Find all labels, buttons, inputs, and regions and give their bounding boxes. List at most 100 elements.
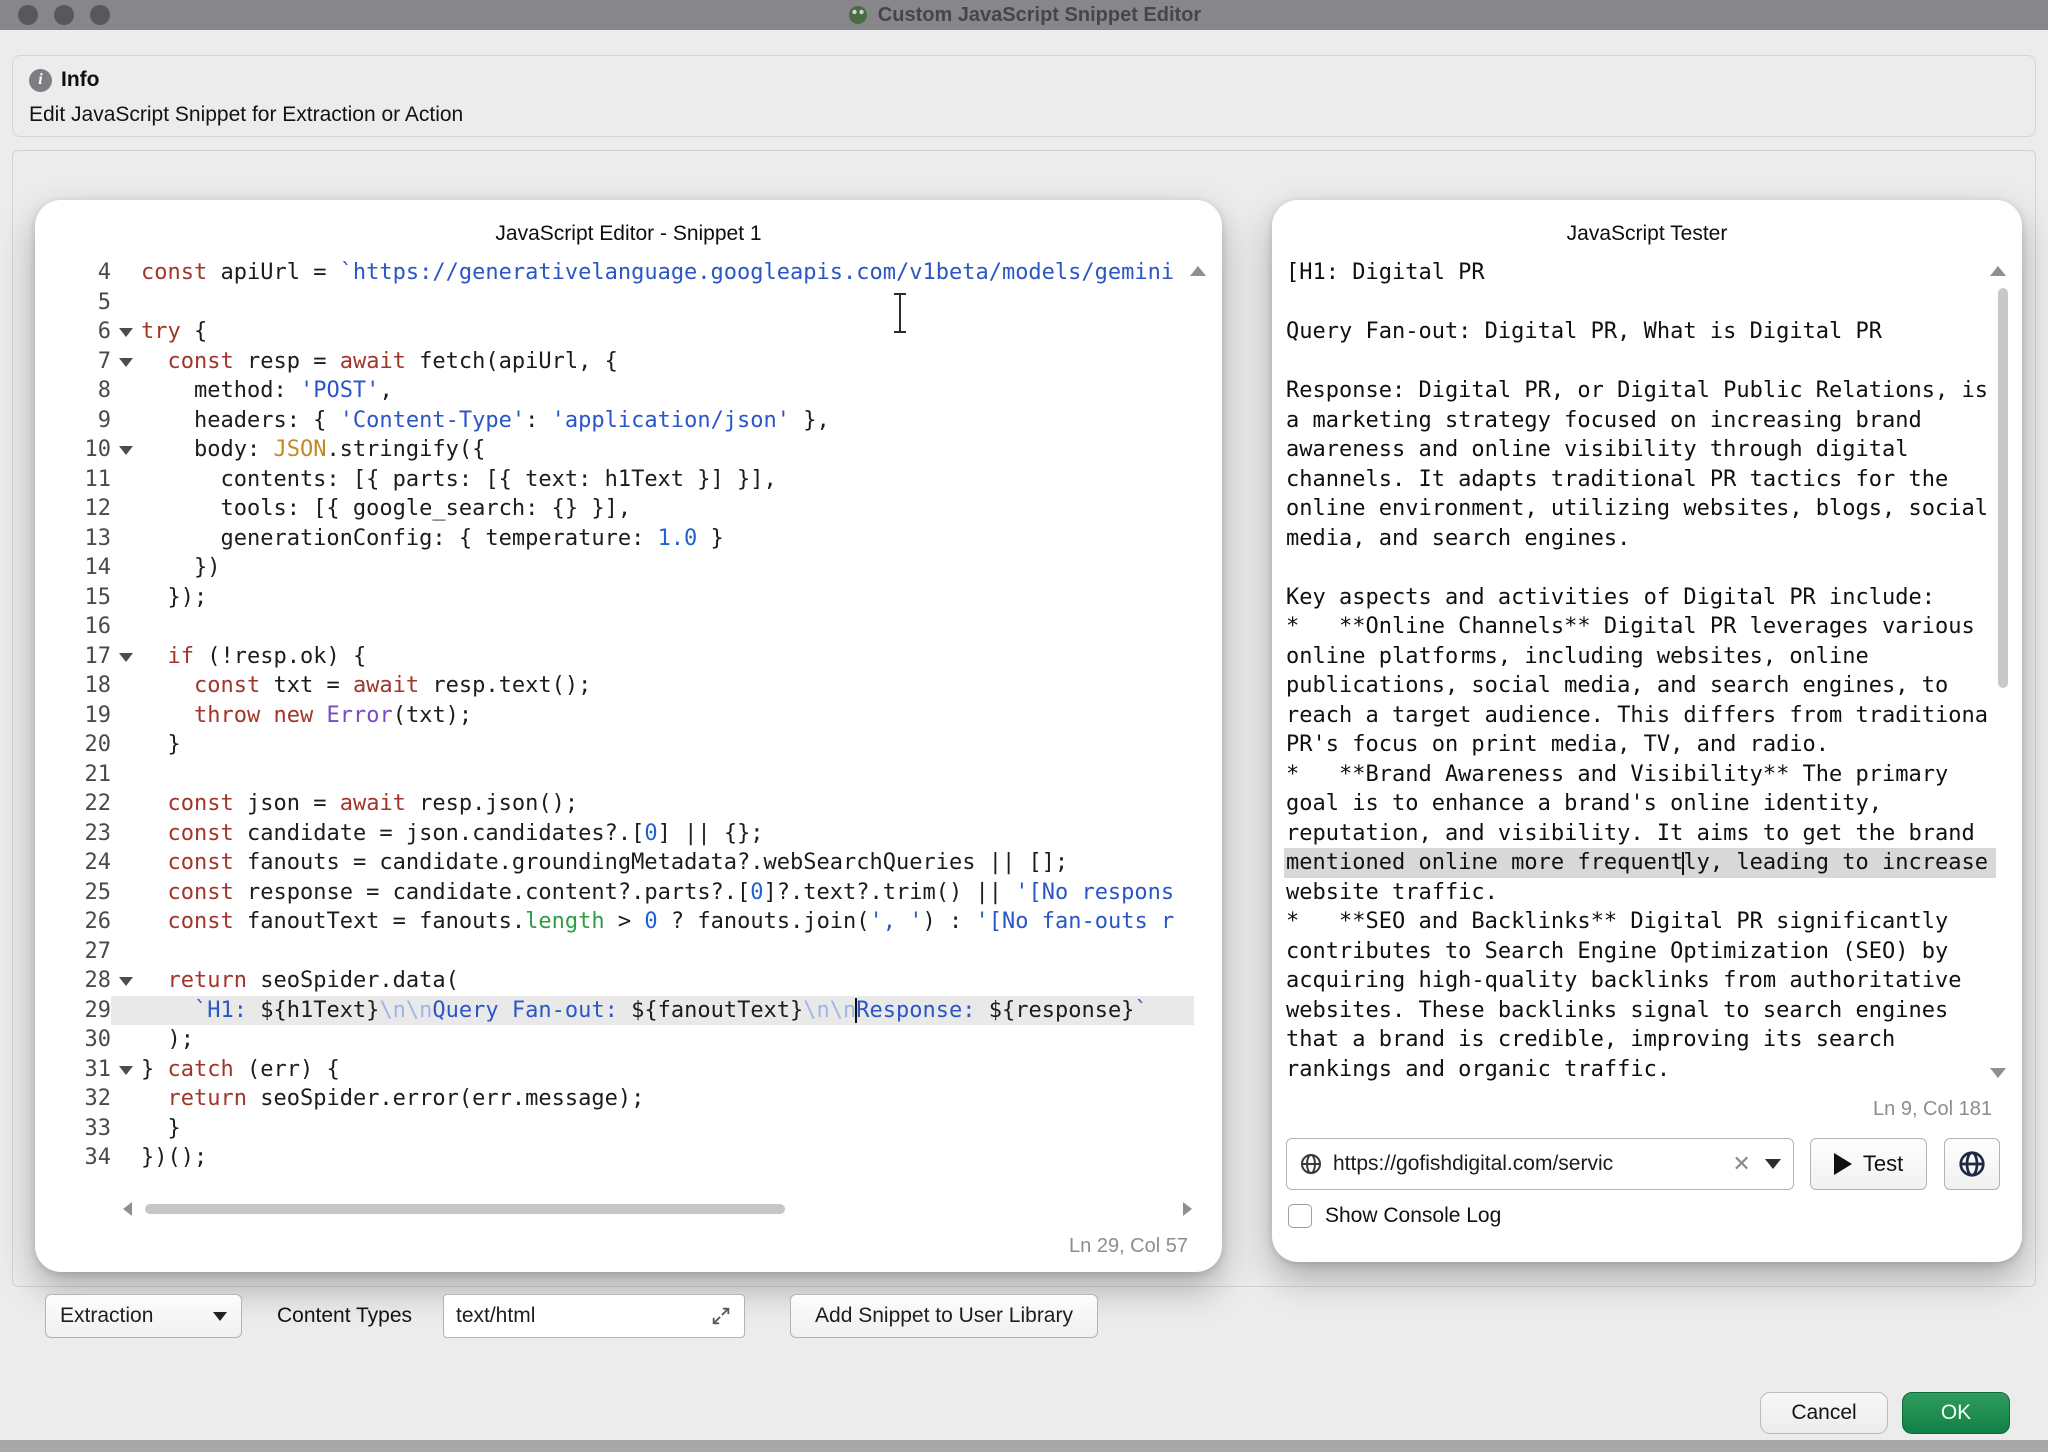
- output-line[interactable]: reputation, and visibility. It aims to g…: [1284, 819, 1996, 849]
- code-line-25[interactable]: 25 const response = candidate.content?.p…: [53, 878, 1194, 908]
- scroll-right-arrow-icon[interactable]: [1183, 1202, 1192, 1216]
- add-snippet-to-user-library-button[interactable]: Add Snippet to User Library: [790, 1294, 1098, 1338]
- fold-toggle-icon[interactable]: [111, 347, 141, 377]
- code-line-4[interactable]: 4const apiUrl = `https://generativelangu…: [53, 258, 1194, 288]
- code-line-29[interactable]: 29 `H1: ${h1Text}\n\nQuery Fan-out: ${fa…: [53, 996, 1194, 1026]
- output-line[interactable]: [H1: Digital PR: [1284, 258, 1996, 288]
- code-line-body: }): [111, 553, 1194, 583]
- code-line-22[interactable]: 22 const json = await resp.json();: [53, 789, 1194, 819]
- vertical-scrollbar-thumb[interactable]: [1998, 288, 2008, 688]
- fold-gutter: [111, 760, 141, 790]
- output-line[interactable]: PR's focus on print media, TV, and radio…: [1284, 730, 1996, 760]
- snippet-editor-dialog: Custom JavaScript Snippet Editor i Info …: [0, 0, 2048, 1452]
- zoom-button[interactable]: [90, 5, 110, 25]
- code-line-10[interactable]: 10 body: JSON.stringify({: [53, 435, 1194, 465]
- output-line[interactable]: online environment, utilizing websites, …: [1284, 494, 1996, 524]
- code-line-7[interactable]: 7 const resp = await fetch(apiUrl, {: [53, 347, 1194, 377]
- code-line-6[interactable]: 6try {: [53, 317, 1194, 347]
- code-line-14[interactable]: 14 }): [53, 553, 1194, 583]
- output-line[interactable]: channels. It adapts traditional PR tacti…: [1284, 465, 1996, 495]
- output-line[interactable]: publications, social media, and search e…: [1284, 671, 1996, 701]
- scroll-up-arrow-icon[interactable]: [1190, 266, 1206, 276]
- scroll-down-arrow-icon[interactable]: [1990, 1068, 2006, 1078]
- code-line-30[interactable]: 30 );: [53, 1025, 1194, 1055]
- code-line-18[interactable]: 18 const txt = await resp.text();: [53, 671, 1194, 701]
- output-line[interactable]: * **SEO and Backlinks** Digital PR signi…: [1284, 907, 1996, 937]
- cancel-button[interactable]: Cancel: [1760, 1392, 1888, 1434]
- fold-toggle-icon[interactable]: [111, 435, 141, 465]
- code-line-34[interactable]: 34})();: [53, 1143, 1194, 1173]
- code-line-12[interactable]: 12 tools: [{ google_search: {} }],: [53, 494, 1194, 524]
- output-line[interactable]: [1284, 288, 1996, 318]
- open-in-browser-button[interactable]: [1944, 1138, 2000, 1190]
- code-text: contents: [{ parts: [{ text: h1Text }] }…: [141, 465, 1194, 495]
- code-line-15[interactable]: 15 });: [53, 583, 1194, 613]
- output-line[interactable]: mentioned online more frequently, leadin…: [1284, 848, 1996, 878]
- output-line[interactable]: awareness and online visibility through …: [1284, 435, 1996, 465]
- clear-url-icon[interactable]: ✕: [1732, 1151, 1750, 1177]
- code-line-31[interactable]: 31} catch (err) {: [53, 1055, 1194, 1085]
- scroll-up-arrow-icon[interactable]: [1990, 266, 2006, 276]
- code-line-27[interactable]: 27: [53, 937, 1194, 967]
- output-line[interactable]: websites. These backlinks signal to sear…: [1284, 996, 1996, 1026]
- code-line-21[interactable]: 21: [53, 760, 1194, 790]
- test-url-combobox[interactable]: https://gofishdigital.com/servic ✕: [1286, 1138, 1794, 1190]
- output-line[interactable]: [1284, 553, 1996, 583]
- ok-button[interactable]: OK: [1902, 1392, 2010, 1434]
- output-line[interactable]: media, and search engines.: [1284, 524, 1996, 554]
- code-line-8[interactable]: 8 method: 'POST',: [53, 376, 1194, 406]
- test-url-input[interactable]: https://gofishdigital.com/servic: [1333, 1152, 1722, 1176]
- code-line-11[interactable]: 11 contents: [{ parts: [{ text: h1Text }…: [53, 465, 1194, 495]
- line-number: 28: [53, 966, 111, 996]
- show-console-log-checkbox[interactable]: [1288, 1204, 1312, 1228]
- url-dropdown-caret-icon[interactable]: [1765, 1159, 1781, 1169]
- code-line-19[interactable]: 19 throw new Error(txt);: [53, 701, 1194, 731]
- output-line[interactable]: a marketing strategy focused on increasi…: [1284, 406, 1996, 436]
- editor-code-lines[interactable]: 4const apiUrl = `https://generativelangu…: [53, 258, 1194, 1173]
- line-number: 12: [53, 494, 111, 524]
- output-line[interactable]: Query Fan-out: Digital PR, What is Digit…: [1284, 317, 1996, 347]
- code-line-13[interactable]: 13 generationConfig: { temperature: 1.0 …: [53, 524, 1194, 554]
- snippet-mode-value: Extraction: [60, 1304, 153, 1328]
- code-line-24[interactable]: 24 const fanouts = candidate.groundingMe…: [53, 848, 1194, 878]
- snippet-mode-dropdown[interactable]: Extraction: [45, 1294, 242, 1338]
- minimize-button[interactable]: [54, 5, 74, 25]
- output-line[interactable]: * **Online Channels** Digital PR leverag…: [1284, 612, 1996, 642]
- output-line[interactable]: Response: Digital PR, or Digital Public …: [1284, 376, 1996, 406]
- code-line-5[interactable]: 5: [53, 288, 1194, 318]
- output-line[interactable]: [1284, 347, 1996, 377]
- output-line[interactable]: acquiring high-quality backlinks from au…: [1284, 966, 1996, 996]
- code-line-33[interactable]: 33 }: [53, 1114, 1194, 1144]
- close-button[interactable]: [18, 5, 38, 25]
- output-line[interactable]: * **Brand Awareness and Visibility** The…: [1284, 760, 1996, 790]
- code-line-32[interactable]: 32 return seoSpider.error(err.message);: [53, 1084, 1194, 1114]
- output-line[interactable]: contributes to Search Engine Optimizatio…: [1284, 937, 1996, 967]
- output-line[interactable]: reach a target audience. This differs fr…: [1284, 701, 1996, 731]
- output-line[interactable]: Key aspects and activities of Digital PR…: [1284, 583, 1996, 613]
- line-number: 19: [53, 701, 111, 731]
- code-line-23[interactable]: 23 const candidate = json.candidates?.[0…: [53, 819, 1194, 849]
- fold-toggle-icon[interactable]: [111, 1055, 141, 1085]
- code-line-20[interactable]: 20 }: [53, 730, 1194, 760]
- test-button[interactable]: Test: [1810, 1138, 1927, 1190]
- scroll-left-arrow-icon[interactable]: [123, 1202, 132, 1216]
- output-line[interactable]: website traffic.: [1284, 878, 1996, 908]
- output-line[interactable]: online platforms, including websites, on…: [1284, 642, 1996, 672]
- expand-icon[interactable]: [710, 1305, 732, 1327]
- output-line[interactable]: that a brand is credible, improving its …: [1284, 1025, 1996, 1055]
- output-line[interactable]: goal is to enhance a brand's online iden…: [1284, 789, 1996, 819]
- code-line-26[interactable]: 26 const fanoutText = fanouts.length > 0…: [53, 907, 1194, 937]
- horizontal-scrollbar[interactable]: [123, 1202, 1192, 1216]
- fold-toggle-icon[interactable]: [111, 642, 141, 672]
- horizontal-scrollbar-thumb[interactable]: [145, 1204, 785, 1214]
- code-line-17[interactable]: 17 if (!resp.ok) {: [53, 642, 1194, 672]
- content-type-field[interactable]: text/html: [443, 1294, 745, 1338]
- code-line-16[interactable]: 16: [53, 612, 1194, 642]
- tester-output-lines[interactable]: [H1: Digital PR Query Fan-out: Digital PR…: [1284, 258, 1996, 1084]
- fold-toggle-icon[interactable]: [111, 317, 141, 347]
- line-number: 11: [53, 465, 111, 495]
- code-line-28[interactable]: 28 return seoSpider.data(: [53, 966, 1194, 996]
- fold-toggle-icon[interactable]: [111, 966, 141, 996]
- code-line-9[interactable]: 9 headers: { 'Content-Type': 'applicatio…: [53, 406, 1194, 436]
- output-line[interactable]: rankings and organic traffic.: [1284, 1055, 1996, 1085]
